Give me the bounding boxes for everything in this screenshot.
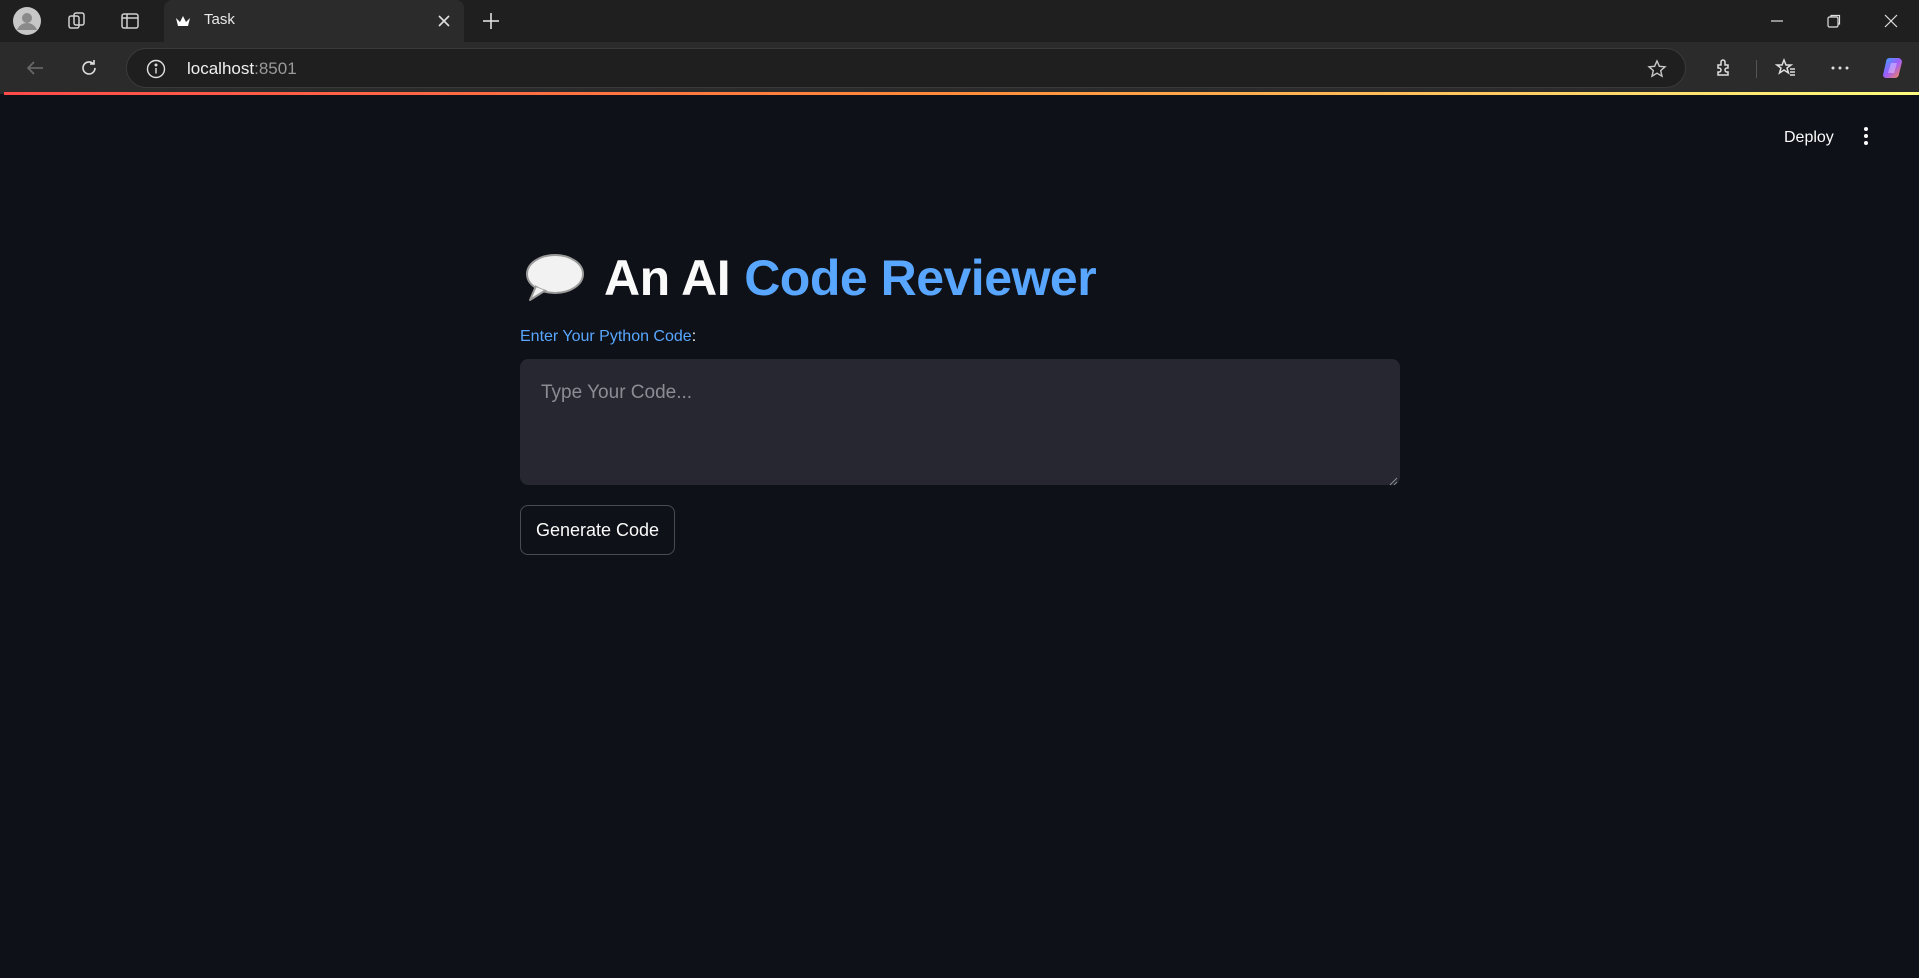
title-lead: An AI — [604, 250, 731, 306]
tab-title: Task — [204, 11, 235, 28]
toolbar-divider — [1756, 60, 1757, 78]
star-icon[interactable] — [1645, 57, 1669, 81]
profile-icon[interactable] — [12, 6, 42, 36]
url-host: localhost — [187, 59, 255, 78]
code-input[interactable] — [520, 359, 1400, 485]
deploy-button[interactable]: Deploy — [1774, 123, 1844, 153]
code-input-label-suffix: : — [691, 328, 697, 345]
app-page: Deploy An AI Code Reviewer Enter Your Py… — [4, 95, 1919, 978]
refresh-icon[interactable] — [73, 52, 105, 84]
speech-bubble-icon — [524, 250, 586, 306]
close-icon[interactable] — [432, 9, 456, 33]
window-close-icon[interactable] — [1863, 0, 1919, 42]
restore-icon[interactable] — [1806, 0, 1862, 42]
url-text: localhost:8501 — [187, 59, 297, 79]
page-title: An AI Code Reviewer — [524, 243, 1097, 313]
generate-code-button[interactable]: Generate Code — [520, 505, 675, 555]
browser-toolbar: localhost:8501 — [0, 42, 1919, 94]
extensions-icon[interactable] — [1708, 52, 1740, 84]
more-icon[interactable] — [1824, 52, 1856, 84]
favorites-icon[interactable] — [1770, 52, 1802, 84]
resize-grip[interactable] — [1388, 473, 1398, 486]
tab-actions-icon[interactable] — [115, 6, 145, 36]
code-input-label: Enter Your Python Code: — [520, 328, 696, 346]
kebab-icon[interactable] — [1854, 124, 1878, 148]
workspaces-icon[interactable] — [62, 6, 92, 36]
address-bar[interactable]: localhost:8501 — [126, 48, 1686, 88]
browser-tab-bar: Task — [0, 0, 1919, 42]
copilot-icon[interactable] — [1878, 52, 1910, 84]
streamlit-favicon-icon — [174, 12, 192, 30]
url-port: :8501 — [254, 59, 297, 78]
code-input-label-text: Enter Your Python Code — [520, 328, 692, 345]
back-arrow-icon[interactable] — [19, 52, 51, 84]
plus-icon[interactable] — [476, 6, 506, 36]
minimize-icon[interactable] — [1749, 0, 1805, 42]
browser-tab[interactable]: Task — [164, 0, 464, 42]
title-accent: Code Reviewer — [744, 250, 1097, 306]
info-icon[interactable] — [145, 58, 167, 80]
